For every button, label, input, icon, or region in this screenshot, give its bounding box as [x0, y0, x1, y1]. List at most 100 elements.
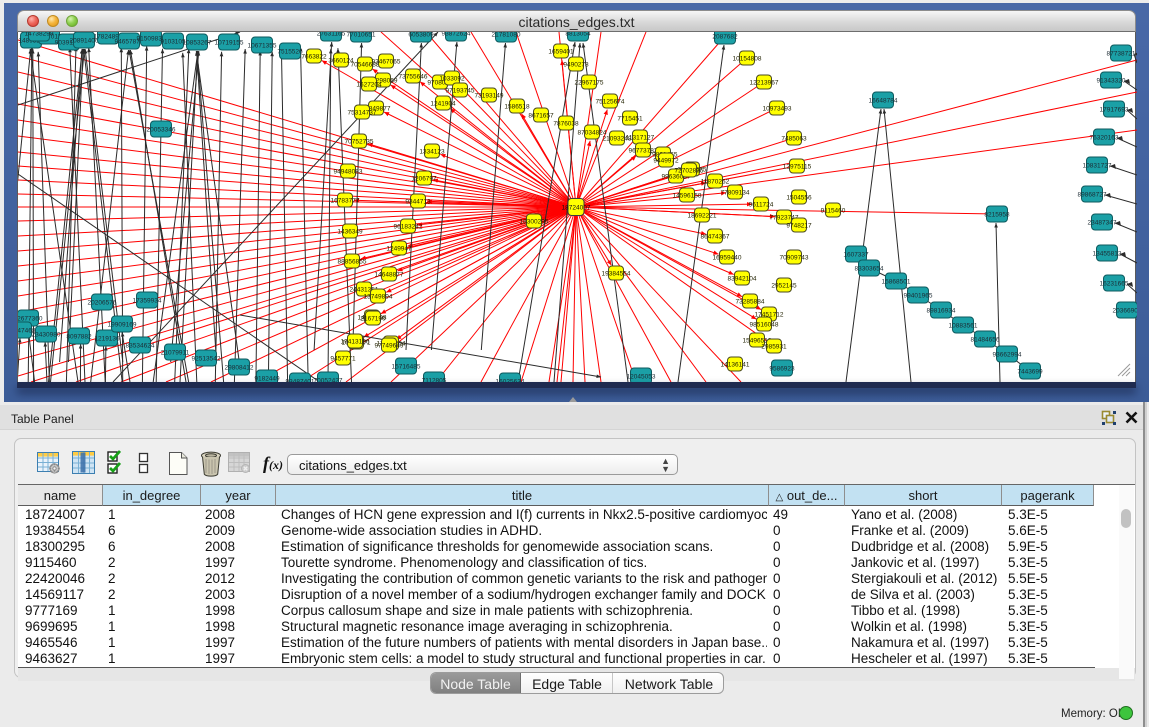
- svg-text:2985931: 2985931: [761, 343, 787, 350]
- svg-text:1249947: 1249947: [386, 245, 412, 252]
- svg-text:9115460: 9115460: [821, 207, 846, 214]
- svg-text:7515526: 7515526: [277, 48, 303, 55]
- svg-text:91343320: 91343320: [1097, 77, 1126, 84]
- svg-text:17917693: 17917693: [1100, 106, 1129, 113]
- svg-text:92513542: 92513542: [192, 355, 221, 362]
- svg-text:8671657: 8671657: [528, 112, 554, 119]
- svg-text:1659401: 1659401: [548, 48, 574, 55]
- svg-text:21781080: 21781080: [492, 32, 521, 38]
- svg-text:15716485: 15716485: [392, 363, 421, 370]
- svg-text:70752735: 70752735: [345, 138, 374, 145]
- svg-text:89868727: 89868727: [1078, 191, 1107, 198]
- svg-text:83303654: 83303654: [855, 265, 884, 272]
- svg-text:7715451: 7715451: [617, 115, 643, 122]
- svg-text:29808412: 29808412: [225, 364, 254, 371]
- svg-text:20366909: 20366909: [1113, 307, 1137, 314]
- svg-text:1627204: 1627204: [356, 81, 382, 88]
- svg-text:77010651: 77010651: [347, 32, 376, 38]
- svg-text:6053809: 6053809: [408, 32, 434, 38]
- svg-text:83534624: 83534624: [126, 342, 155, 349]
- svg-text:9182449: 9182449: [254, 375, 280, 382]
- svg-text:8097882: 8097882: [66, 333, 92, 340]
- svg-text:22967175: 22967175: [575, 79, 604, 86]
- svg-text:9611724: 9611724: [749, 201, 774, 208]
- svg-text:16648784: 16648784: [869, 97, 898, 104]
- svg-text:10883561: 10883561: [949, 322, 978, 329]
- svg-text:9344713: 9344713: [405, 198, 431, 205]
- svg-text:75314737: 75314737: [348, 109, 377, 116]
- svg-text:76320163: 76320163: [1090, 134, 1119, 141]
- svg-text:18692221: 18692221: [688, 212, 717, 219]
- svg-text:17359934: 17359934: [133, 297, 162, 304]
- svg-text:11317127: 11317127: [626, 134, 655, 141]
- svg-text:2167190: 2167190: [360, 315, 386, 322]
- svg-text:18300295: 18300295: [520, 218, 549, 225]
- svg-text:98516048: 98516048: [750, 321, 779, 328]
- svg-text:20053346: 20053346: [147, 126, 176, 133]
- svg-text:14738299: 14738299: [25, 32, 54, 37]
- svg-text:1206797: 1206797: [411, 175, 437, 182]
- svg-text:21079911: 21079911: [161, 349, 190, 356]
- svg-text:13749894: 13749894: [364, 293, 393, 300]
- svg-text:15868501: 15868501: [882, 278, 911, 285]
- svg-text:12213967: 12213967: [750, 79, 779, 86]
- svg-text:9449972: 9449972: [653, 157, 679, 164]
- svg-text:11870262: 11870262: [701, 178, 730, 185]
- svg-text:87738721: 87738721: [1107, 50, 1136, 57]
- svg-text:93872624: 93872624: [442, 32, 471, 37]
- svg-text:10973493: 10973493: [763, 105, 792, 112]
- svg-text:10154808: 10154808: [733, 55, 762, 62]
- svg-text:1504556: 1504556: [786, 194, 812, 201]
- svg-text:19384554: 19384554: [602, 270, 631, 277]
- svg-text:10719155: 10719155: [215, 39, 244, 46]
- svg-text:12975115: 12975115: [783, 163, 812, 170]
- svg-text:73755646: 73755646: [399, 73, 428, 80]
- svg-text:12045053: 12045053: [627, 373, 656, 380]
- svg-text:86474367: 86474367: [701, 233, 730, 240]
- svg-text:70909743: 70909743: [780, 254, 809, 261]
- svg-text:83942104: 83942104: [728, 275, 757, 282]
- svg-text:93467065: 93467065: [372, 58, 401, 65]
- svg-text:81484656: 81484656: [971, 336, 1000, 343]
- svg-text:7443699: 7443699: [1017, 368, 1043, 375]
- svg-text:77809134: 77809134: [721, 189, 750, 196]
- svg-text:1219136: 1219136: [94, 335, 120, 342]
- svg-text:73193149: 73193149: [475, 92, 504, 99]
- svg-text:99401965: 99401965: [904, 292, 933, 299]
- svg-text:14596158: 14596158: [673, 192, 702, 199]
- svg-text:2087682: 2087682: [712, 33, 738, 40]
- svg-text:1436349: 1436349: [337, 228, 363, 235]
- svg-text:12677360: 12677360: [18, 315, 43, 322]
- svg-text:1607337: 1607337: [843, 251, 869, 258]
- svg-text:16231665: 16231665: [1100, 280, 1129, 287]
- svg-text:14136141: 14136141: [721, 361, 750, 368]
- svg-text:27631165: 27631165: [317, 32, 346, 37]
- svg-text:23487347: 23487347: [1088, 219, 1117, 226]
- svg-text:10831727: 10831727: [1083, 162, 1112, 169]
- svg-text:94948083: 94948083: [334, 168, 363, 175]
- svg-text:97193745: 97193745: [446, 87, 475, 94]
- svg-text:20206576: 20206576: [88, 299, 117, 306]
- svg-text:14648877: 14648877: [375, 271, 404, 278]
- svg-text:7663822: 7663822: [301, 53, 327, 60]
- svg-text:8813054: 8813054: [565, 32, 591, 37]
- svg-text:19413186: 19413186: [341, 338, 370, 345]
- svg-text:10671355: 10671355: [248, 42, 277, 49]
- svg-text:16783777: 16783777: [331, 197, 360, 204]
- svg-text:72702895: 72702895: [675, 167, 704, 174]
- svg-text:73285884: 73285884: [736, 298, 765, 305]
- svg-text:8215958: 8215958: [984, 211, 1010, 218]
- svg-text:1241904: 1241904: [430, 100, 456, 107]
- svg-text:23430980: 23430980: [32, 331, 61, 338]
- svg-text:2952145: 2952145: [771, 282, 797, 289]
- svg-text:1033092: 1033092: [439, 75, 465, 82]
- svg-text:18724007: 18724007: [562, 205, 591, 212]
- svg-text:93662994: 93662994: [993, 351, 1022, 358]
- svg-text:1586518: 1586518: [504, 103, 530, 110]
- svg-text:1334123: 1334123: [419, 148, 445, 155]
- svg-text:7876038: 7876038: [553, 120, 579, 127]
- svg-text:96183242: 96183242: [394, 223, 423, 230]
- svg-text:88856855: 88856855: [338, 258, 367, 265]
- svg-text:16959440: 16959440: [713, 254, 742, 261]
- svg-text:89816934: 89816934: [927, 307, 956, 314]
